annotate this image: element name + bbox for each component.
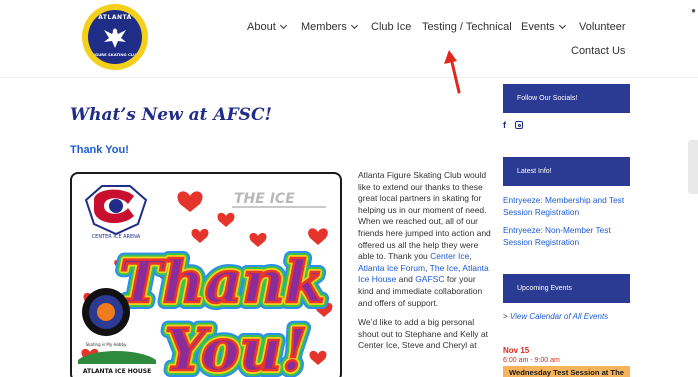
article-paragraph: We’d like to add a big personal shout ou… — [358, 317, 488, 351]
nav-item-label: Club Ice — [371, 21, 412, 33]
annotation-arrow-icon — [444, 50, 461, 94]
facebook-icon[interactable]: f — [503, 120, 506, 130]
nav-item-label: Members — [301, 21, 347, 33]
center-ice-caption: CENTER ICE ARENA — [92, 234, 141, 240]
chevron-down-icon — [279, 21, 287, 30]
cursor-icon: ● — [691, 6, 696, 15]
nav-item-label: About — [247, 21, 276, 33]
social-links: f — [503, 120, 523, 130]
logo-text-bottom: FIGURE SKATING CLUB — [90, 52, 140, 57]
ice-house-caption: ATLANTA ICE HOUSE — [83, 368, 151, 375]
link-center-ice[interactable]: Center Ice — [430, 251, 469, 261]
link-the-ice[interactable]: The Ice — [430, 263, 458, 273]
post-title-link[interactable]: Thank You! — [70, 144, 129, 156]
scrollbar-thumb[interactable] — [688, 140, 698, 194]
article-paragraph: Atlanta Figure Skating Club would like t… — [358, 170, 491, 308]
instagram-icon[interactable] — [515, 121, 523, 129]
nav-item-about[interactable]: About — [247, 21, 287, 33]
nav-item-volunteer[interactable]: Volunteer — [579, 21, 625, 33]
site-header: ATLANTA FIGURE SKATING CLUB About Member… — [0, 0, 698, 78]
nav-item-members[interactable]: Members — [301, 21, 358, 33]
upcoming-events-heading: Upcoming Events — [503, 274, 630, 303]
svg-text:You!: You! — [165, 316, 308, 377]
follow-socials-heading: Follow Our Socials! — [503, 84, 630, 113]
event-time: 6:00 am - 9:00 am — [503, 357, 560, 364]
chevron-down-icon — [350, 21, 358, 30]
link-atlanta-ice-forum[interactable]: Atlanta Ice Forum — [358, 263, 425, 273]
the-ice-logo: THE ICE — [232, 191, 326, 208]
latest-info-heading: Latest Info! — [503, 157, 630, 186]
page-title: What’s New at AFSC! — [70, 105, 272, 125]
atlanta-ice-house-logo: ATLANTA ICE HOUSE — [78, 351, 156, 375]
nav-item-contact-us[interactable]: Contact Us — [571, 45, 625, 57]
event-title-link[interactable]: Wednesday Test Session at The — [503, 366, 630, 377]
latest-link-non-member-registration[interactable]: Entryeeze: Non-Member Test Session Regis… — [503, 225, 633, 248]
gafsc-caption: Skating is My Hobby — [86, 342, 127, 347]
nav-item-testing-technical[interactable]: Testing / Technical — [422, 21, 512, 33]
nav-item-label: Events — [521, 21, 555, 33]
svg-text:Thank: Thank — [119, 248, 324, 316]
site-logo[interactable]: ATLANTA FIGURE SKATING CLUB — [82, 4, 148, 70]
latest-link-membership-registration[interactable]: Entryeeze: Membership and Test Session R… — [503, 195, 633, 218]
nav-item-label: Testing / Technical — [422, 21, 512, 33]
link-gafsc[interactable]: GAFSC — [415, 274, 444, 284]
thank-you-artwork: CENTER ICE ARENA THE ICE Thank Thank Tha… — [78, 185, 333, 377]
nav-item-events[interactable]: Events — [521, 21, 566, 33]
chevron-down-icon — [558, 21, 566, 30]
logo-text-top: ATLANTA — [98, 14, 132, 21]
nav-item-label: Volunteer — [579, 21, 626, 33]
phoenix-icon — [104, 28, 126, 48]
thank-you-graphic: CENTER ICE ARENA THE ICE Thank Thank Tha… — [70, 172, 342, 377]
nav-item-club-ice[interactable]: Club Ice — [371, 21, 411, 33]
event-date: Nov 15 — [503, 346, 530, 355]
calendar-link[interactable]: > View Calendar of All Events — [503, 312, 608, 321]
center-ice-logo: CENTER ICE ARENA — [84, 185, 148, 240]
the-ice-wordmark: THE ICE — [234, 191, 295, 207]
article-body: Atlanta Figure Skating Club would like t… — [358, 170, 491, 360]
gafsc-logo: Skating is My Hobby — [82, 288, 130, 347]
logo-emblem: ATLANTA FIGURE SKATING CLUB — [88, 10, 142, 64]
